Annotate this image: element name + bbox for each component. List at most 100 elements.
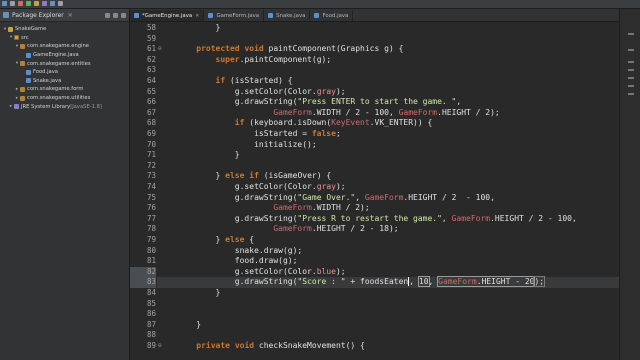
code-token: , [441, 213, 452, 223]
code-line[interactable]: 75 g.drawString("Game Over.", GameForm.H… [130, 193, 620, 204]
code-text: protected void paintComponent(Graphics g… [177, 44, 403, 55]
editor-tab[interactable]: Snake.java [264, 10, 311, 21]
code-line[interactable]: 62 super.paintComponent(g); [130, 55, 620, 66]
editor-tab[interactable]: GameForm.java [204, 10, 265, 21]
external-tools-icon[interactable] [34, 1, 39, 6]
tree-node[interactable]: ▾ SnakeGame [0, 25, 129, 34]
code-text: } [177, 150, 240, 161]
code-line[interactable]: 86 [130, 309, 620, 320]
code-line[interactable]: 81 food.draw(g); [130, 256, 620, 267]
code-token: .paintComponent(g); [239, 54, 332, 64]
package-icon [20, 61, 25, 67]
save-icon[interactable] [10, 1, 15, 6]
code-line[interactable]: 83 g.drawString("Score : " + foodsEaten,… [130, 276, 620, 288]
new-class-icon[interactable] [42, 1, 47, 6]
code-line[interactable]: 64 if (isStarted) { [130, 76, 620, 87]
code-line[interactable]: 89 ⊖ private void checkSnakeMovement() { [130, 341, 620, 352]
tree-node[interactable]: Food.java [0, 68, 129, 77]
tree-node[interactable]: ▾ src [0, 34, 129, 43]
run-icon[interactable] [26, 1, 31, 6]
search-icon[interactable] [58, 1, 63, 6]
line-number: 63 [146, 65, 156, 75]
ruler-marker[interactable] [628, 93, 634, 95]
tree-node-label: com.snakegame.entities [27, 60, 91, 67]
code-line[interactable]: 76 GameForm.WIDTH / 2); [130, 203, 620, 214]
code-line[interactable]: 63 [130, 65, 620, 76]
code-token: (isGameOver) { [258, 171, 332, 181]
code-line[interactable]: 59 [130, 34, 620, 45]
code-line[interactable]: 74 g.setColor(Color.gray); [130, 182, 620, 193]
tree-node[interactable]: GameEngine.java [0, 51, 129, 60]
code-line[interactable]: 73 } else if (isGameOver) { [130, 171, 620, 182]
parameter-hint-box: GameForm.HEIGHT - 20 [437, 276, 536, 288]
code-line[interactable]: 80 snake.draw(g); [130, 246, 620, 257]
tree-node[interactable]: ▸ com.snakegame.form [0, 85, 129, 94]
code-line[interactable]: 71 } [130, 150, 620, 161]
code-token: HEIGHT [316, 224, 346, 234]
code-line[interactable]: 66 g.drawString("Press ENTER to start th… [130, 97, 620, 108]
code-token: blue [316, 266, 336, 276]
code-line[interactable]: 77 g.drawString("Press R to restart the … [130, 214, 620, 225]
ruler-marker[interactable] [628, 33, 634, 35]
new-icon[interactable] [2, 1, 7, 6]
editor-tab-label: Snake.java [276, 12, 306, 19]
code-token: } [177, 150, 240, 160]
ruler-marker[interactable] [628, 85, 634, 87]
library-icon [14, 104, 19, 110]
tree-node[interactable]: ▸ JRE System Library [JavaSE-1.8] [0, 102, 129, 111]
code-line[interactable]: 78 GameForm.HEIGHT / 2 - 18); [130, 224, 620, 235]
code-token: void [234, 341, 255, 350]
ruler-marker[interactable] [628, 77, 634, 79]
code-text: g.drawString("Score : " + foodsEaten, 10… [177, 276, 546, 288]
view-menu-icon[interactable] [121, 12, 126, 18]
code-line[interactable]: 58 } [130, 23, 620, 34]
code-line[interactable]: 68 if (keyboard.isDown(KeyEvent.VK_ENTER… [130, 118, 620, 129]
collapse-all-icon[interactable] [105, 12, 110, 18]
close-icon[interactable]: ✕ [68, 12, 73, 19]
fold-toggle-icon[interactable]: ⊖ [158, 341, 162, 352]
ruler-marker[interactable] [628, 69, 634, 71]
close-tab-icon[interactable]: ✕ [195, 13, 199, 19]
ruler-marker[interactable] [628, 61, 634, 63]
code-line[interactable]: 70 initialize(); [130, 140, 620, 151]
tree-node[interactable]: Snake.java [0, 77, 129, 86]
link-editor-icon[interactable] [113, 12, 118, 18]
line-number: 81 [146, 256, 156, 266]
code-token: "Press R to restart the game." [297, 213, 442, 223]
editor-tab[interactable]: Food.java [310, 10, 354, 21]
code-token: / 2 - 100, [340, 107, 399, 117]
ruler-marker[interactable] [628, 49, 634, 51]
code-token: Color [287, 266, 312, 276]
overview-ruler[interactable] [619, 9, 640, 360]
code-token: } [177, 288, 221, 297]
code-line[interactable]: 67 GameForm.WIDTH / 2 - 100, GameForm.HE… [130, 108, 620, 119]
code-line[interactable]: 79 } else { [130, 235, 620, 246]
java-file-icon [26, 52, 31, 58]
fold-toggle-icon[interactable]: ⊖ [158, 44, 162, 55]
tree-node[interactable]: ▾ com.snakegame.entities [0, 59, 129, 68]
code-text: g.setColor(Color.blue); [177, 267, 346, 278]
code-line[interactable]: 84 } [130, 288, 620, 299]
code-line[interactable]: 87 } [130, 320, 620, 331]
editor-tab[interactable]: *GameEngine.java ✕ [130, 10, 205, 21]
open-type-icon[interactable] [50, 1, 55, 6]
tree-node[interactable]: ▸ com.snakegame.utilities [0, 94, 129, 103]
code-line[interactable]: 65 g.setColor(Color.gray); [130, 87, 620, 98]
debug-icon[interactable] [18, 1, 23, 6]
package-explorer-header: Package Explorer ✕ [0, 9, 129, 22]
code-line[interactable]: 61 ⊖ protected void paintComponent(Graphi… [130, 44, 620, 55]
package-explorer-title: Package Explorer [12, 11, 64, 19]
code-line[interactable]: 72 [130, 161, 620, 172]
code-line[interactable]: 88 [130, 330, 620, 341]
code-line[interactable]: 69 isStarted = false; [130, 129, 620, 140]
code-area[interactable]: 58 } 59 61 ⊖ protected void paintComponent(… [130, 22, 620, 360]
code-line[interactable]: 82 g.setColor(Color.blue); [130, 266, 620, 278]
code-token: g.drawString( [177, 97, 298, 107]
code-token: g.setColor( [177, 266, 288, 276]
tree-node[interactable]: ▾ com.snakegame.engine [0, 42, 129, 51]
code-line[interactable]: 85 [130, 299, 620, 310]
line-number: 61 [146, 44, 156, 54]
